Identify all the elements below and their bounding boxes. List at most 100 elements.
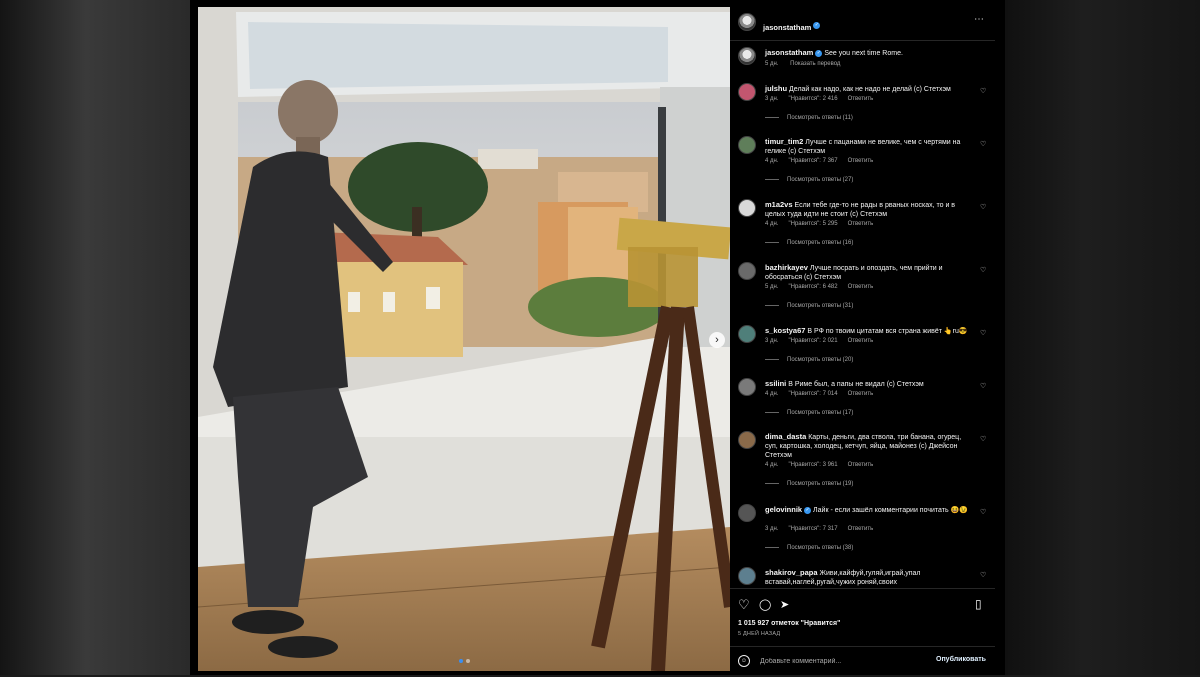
- post-actions: ♡ ◯ ➤ ▯ 1 015 927 отметок "Нравится" 5 Д…: [730, 588, 995, 676]
- comment-meta: 3 дн. "Нравится": 2 021 Ответить: [765, 338, 883, 344]
- comment-likes[interactable]: "Нравится": 6 482: [789, 284, 838, 290]
- comment-meta: 3 дн. "Нравится": 7 317 Ответить: [765, 526, 883, 532]
- comment-text: В Риме был, а папы не видал (с) Стетхэм: [788, 381, 924, 388]
- comment-username[interactable]: ssilini: [765, 379, 786, 388]
- comment-username[interactable]: s_kostya67: [765, 326, 805, 335]
- view-replies-link[interactable]: Посмотреть ответы (19): [765, 481, 853, 487]
- comment-age: 5 дн.: [765, 284, 779, 290]
- reply-button[interactable]: Ответить: [848, 96, 874, 102]
- reply-button[interactable]: Ответить: [848, 221, 874, 227]
- commenter-avatar[interactable]: [738, 199, 756, 217]
- comment-age: 4 дн.: [765, 221, 779, 227]
- comments-panel: jasonstatham ✓ ⋯ jasonstatham ✓ See you ne…: [730, 0, 995, 675]
- likes-count[interactable]: 1 015 927 отметок "Нравится": [738, 620, 840, 627]
- add-comment-bar: ☺ Опубликовать: [730, 646, 995, 677]
- view-replies-link[interactable]: Посмотреть ответы (38): [765, 545, 853, 551]
- commenter-avatar[interactable]: [738, 567, 756, 585]
- comment-age: 3 дн.: [765, 526, 779, 532]
- reply-button[interactable]: Ответить: [848, 284, 874, 290]
- comment-username[interactable]: m1a2vs: [765, 200, 793, 209]
- background-left: [0, 0, 190, 675]
- translate-link[interactable]: Показать перевод: [790, 61, 840, 67]
- comment-like-icon[interactable]: ♡: [980, 203, 986, 211]
- next-photo-button[interactable]: ›: [709, 332, 725, 348]
- comment-age: 3 дн.: [765, 96, 779, 102]
- comment-likes[interactable]: "Нравится": 7 317: [789, 526, 838, 532]
- comment-username[interactable]: bazhirkayev: [765, 263, 808, 272]
- view-replies-link[interactable]: Посмотреть ответы (20): [765, 357, 853, 363]
- comment-username[interactable]: timur_tim2: [765, 137, 803, 146]
- more-options-icon[interactable]: ⋯: [974, 14, 985, 25]
- post-photo[interactable]: [198, 7, 730, 671]
- commenter-avatar[interactable]: [738, 378, 756, 396]
- header-author[interactable]: jasonstatham ✓: [763, 17, 821, 35]
- comment-like-icon[interactable]: ♡: [980, 87, 986, 95]
- comment-like-icon[interactable]: ♡: [980, 435, 986, 443]
- author-avatar[interactable]: [738, 13, 756, 31]
- view-replies-link[interactable]: Посмотреть ответы (27): [765, 177, 853, 183]
- comment-likes[interactable]: "Нравится": 5 295: [789, 221, 838, 227]
- photo-illustration: [198, 7, 730, 671]
- publish-button[interactable]: Опубликовать: [936, 656, 986, 663]
- view-replies-link[interactable]: Посмотреть ответы (17): [765, 410, 853, 416]
- view-replies-link[interactable]: Посмотреть ответы (16): [765, 240, 853, 246]
- post-header: jasonstatham ✓ ⋯: [730, 0, 995, 41]
- comment-username[interactable]: dima_dasta: [765, 432, 806, 441]
- reply-button[interactable]: Ответить: [848, 526, 874, 532]
- reply-button[interactable]: Ответить: [848, 338, 874, 344]
- comment-input[interactable]: [758, 653, 932, 669]
- comment-like-icon[interactable]: ♡: [980, 329, 986, 337]
- comment-body: s_kostya67 В РФ по твоим цитатам вся стр…: [765, 326, 970, 336]
- post-date: 5 ДНЕЙ НАЗАД: [738, 631, 781, 637]
- comment-like-icon[interactable]: ♡: [980, 382, 986, 390]
- comment-body: gelovinnik ✓ Лайк - если зашёл комментари…: [765, 505, 970, 515]
- like-icon[interactable]: ♡: [738, 597, 750, 613]
- reply-button[interactable]: Ответить: [848, 391, 874, 397]
- comment-username[interactable]: shakirov_papa: [765, 568, 818, 577]
- comment-likes[interactable]: "Нравится": 7 014: [789, 391, 838, 397]
- commenter-avatar[interactable]: [738, 262, 756, 280]
- verified-icon: ✓: [813, 22, 821, 30]
- caption-author[interactable]: jasonstatham: [765, 48, 813, 57]
- comment-icon[interactable]: ◯: [759, 598, 771, 611]
- comment-meta: 5 дн. "Нравится": 6 482 Ответить: [765, 284, 883, 290]
- comment-username[interactable]: gelovinnik: [765, 505, 802, 514]
- author-avatar[interactable]: [738, 47, 756, 65]
- comment-like-icon[interactable]: ♡: [980, 266, 986, 274]
- comment-likes[interactable]: "Нравится": 2 416: [789, 96, 838, 102]
- commenter-avatar[interactable]: [738, 136, 756, 154]
- comment-meta: 3 дн. "Нравится": 2 416 Ответить: [765, 96, 883, 102]
- comment-text: Если тебе где-то не рады в рваных носках…: [765, 202, 956, 218]
- carousel-dot-1: [459, 659, 463, 663]
- save-icon[interactable]: ▯: [975, 597, 982, 611]
- view-replies-link[interactable]: Посмотреть ответы (11): [765, 115, 853, 121]
- comment-like-icon[interactable]: ♡: [980, 140, 986, 148]
- comment-body: bazhirkayev Лучше посрать и опоздать, че…: [765, 263, 970, 282]
- share-icon[interactable]: ➤: [780, 598, 789, 611]
- comment-body: shakirov_papa Живи,кайфуй,гуляй,играй,уп…: [765, 568, 970, 586]
- comment-like-icon[interactable]: ♡: [980, 571, 986, 579]
- view-replies-link[interactable]: Посмотреть ответы (31): [765, 303, 853, 309]
- author-username[interactable]: jasonstatham: [763, 23, 811, 32]
- comment-text: Делай как надо, как не надо не делай (с)…: [789, 86, 951, 93]
- comment-like-icon[interactable]: ♡: [980, 508, 986, 516]
- commenter-avatar[interactable]: [738, 325, 756, 343]
- comment-body: m1a2vs Если тебе где-то не рады в рваных…: [765, 200, 970, 219]
- emoji-icon[interactable]: ☺: [738, 655, 750, 667]
- caption-text: See you next time Rome.: [824, 50, 903, 57]
- comment-likes[interactable]: "Нравится": 2 021: [789, 338, 838, 344]
- comment-username[interactable]: julshu: [765, 84, 787, 93]
- reply-button[interactable]: Ответить: [848, 158, 874, 164]
- comment-age: 4 дн.: [765, 158, 779, 164]
- reply-button[interactable]: Ответить: [848, 462, 874, 468]
- comment-meta: 4 дн. "Нравится": 3 961 Ответить: [765, 462, 883, 468]
- comment-likes[interactable]: "Нравится": 7 367: [789, 158, 838, 164]
- comments-list: jasonstatham ✓ See you next time Rome. 5 …: [730, 41, 995, 586]
- comment-age: 4 дн.: [765, 391, 779, 397]
- comment-meta: 4 дн. "Нравится": 7 014 Ответить: [765, 391, 883, 397]
- commenter-avatar[interactable]: [738, 504, 756, 522]
- comment-likes[interactable]: "Нравится": 3 961: [789, 462, 838, 468]
- carousel-dot-2: [466, 659, 470, 663]
- commenter-avatar[interactable]: [738, 431, 756, 449]
- commenter-avatar[interactable]: [738, 83, 756, 101]
